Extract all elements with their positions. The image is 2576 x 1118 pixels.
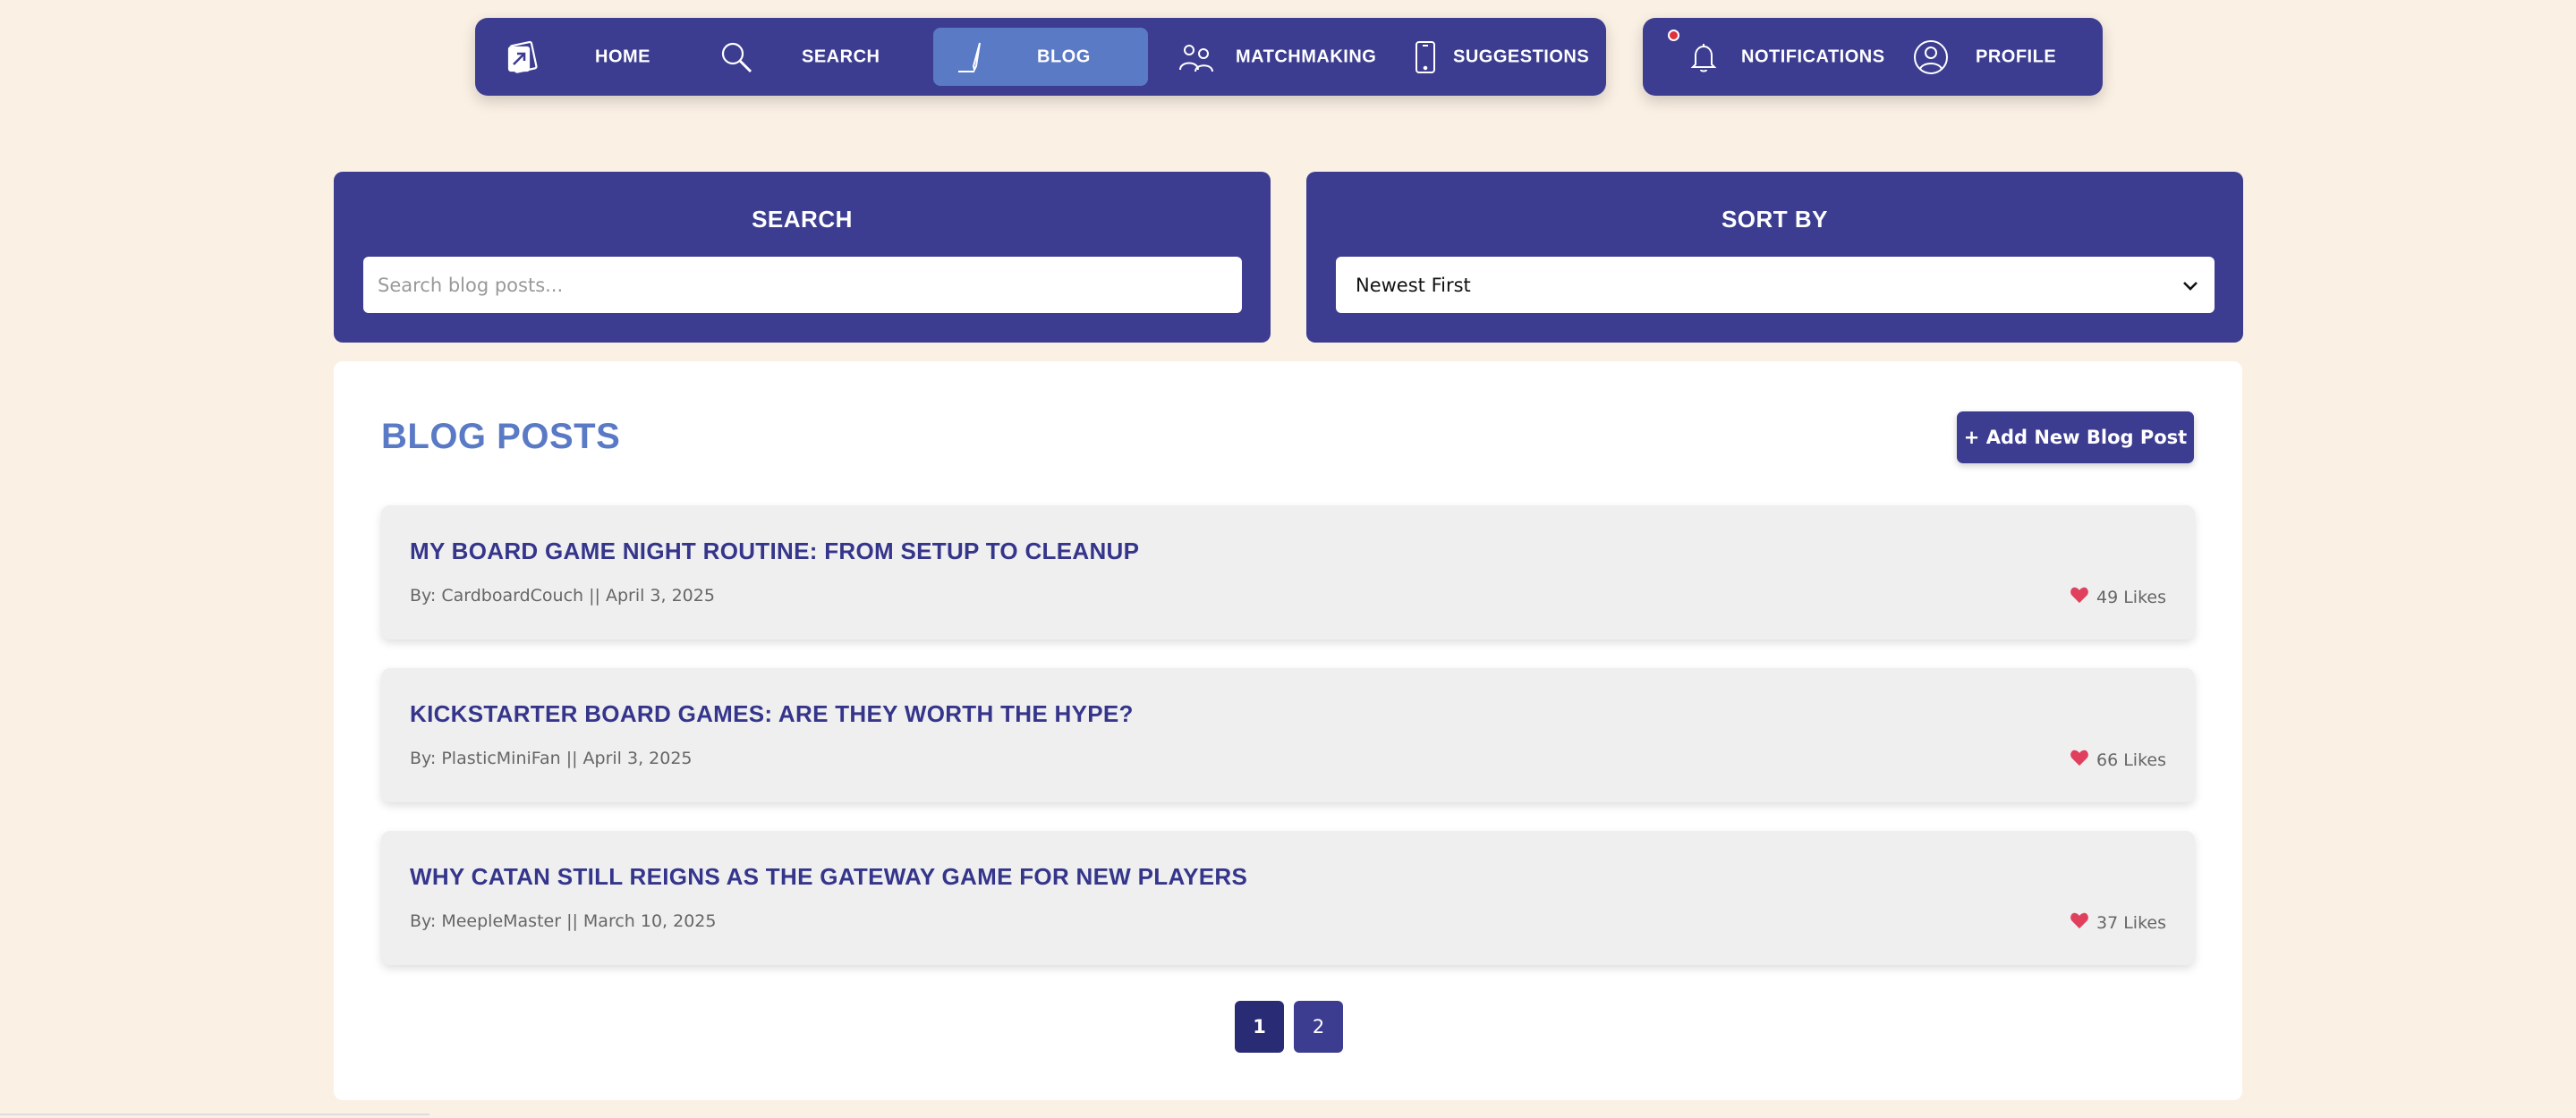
add-blog-post-button[interactable]: + Add New Blog Post [1957, 411, 2194, 463]
account-nav: NOTIFICATIONS PROFILE [1643, 18, 2103, 96]
card-icon [505, 39, 540, 75]
post-likes: 66 Likes [2070, 749, 2166, 771]
nav-item-suggestions[interactable]: SUGGESTIONS [1397, 28, 1594, 86]
nav-item-matchmaking[interactable]: MATCHMAKING [1164, 28, 1376, 86]
blog-list-card: BLOG POSTS + Add New Blog Post MY BOARD … [334, 361, 2242, 1100]
nav-label-profile: PROFILE [1976, 47, 2057, 66]
user-icon [1911, 38, 1951, 77]
nav-label-home: HOME [595, 47, 650, 66]
post-likes: 49 Likes [2070, 586, 2166, 608]
post-likes: 37 Likes [2070, 911, 2166, 934]
pen-icon [955, 39, 990, 75]
nav-label-search: SEARCH [802, 47, 880, 66]
nav-label-blog: BLOG [1037, 47, 1091, 66]
page-button-1[interactable]: 1 [1235, 1001, 1284, 1053]
blog-post-item[interactable]: KICKSTARTER BOARD GAMES: ARE THEY WORTH … [381, 668, 2195, 802]
nav-item-home[interactable]: HOME [484, 28, 681, 86]
post-title: KICKSTARTER BOARD GAMES: ARE THEY WORTH … [410, 700, 1134, 727]
likes-count: 66 Likes [2096, 750, 2166, 770]
unread-indicator [1668, 30, 1679, 41]
chevron-down-icon [2181, 275, 2200, 295]
bell-icon [1686, 39, 1722, 75]
page-title: BLOG POSTS [381, 417, 621, 456]
search-input[interactable] [363, 257, 1242, 313]
likes-count: 37 Likes [2096, 912, 2166, 933]
nav-label-notifications: NOTIFICATIONS [1741, 47, 1885, 66]
likes-count: 49 Likes [2096, 587, 2166, 607]
post-title: WHY CATAN STILL REIGNS AS THE GATEWAY GA… [410, 863, 1248, 890]
blog-post-item[interactable]: MY BOARD GAME NIGHT ROUTINE: FROM SETUP … [381, 505, 2195, 639]
post-meta: By: CardboardCouch || April 3, 2025 [410, 586, 715, 606]
nav-item-search[interactable]: SEARCH [699, 28, 914, 86]
magnifier-icon [718, 39, 754, 75]
phone-icon [1407, 39, 1443, 75]
sort-panel-title: SORT BY [1721, 206, 1829, 233]
post-meta: By: PlasticMiniFan || April 3, 2025 [410, 749, 693, 768]
post-meta: By: MeepleMaster || March 10, 2025 [410, 911, 717, 931]
heart-icon [2070, 749, 2089, 771]
blog-post-item[interactable]: WHY CATAN STILL REIGNS AS THE GATEWAY GA… [381, 831, 2195, 965]
heart-icon [2070, 586, 2089, 608]
sort-selected-value: Newest First [1356, 274, 1471, 296]
search-panel: SEARCH [334, 172, 1271, 343]
post-title: MY BOARD GAME NIGHT ROUTINE: FROM SETUP … [410, 538, 1140, 564]
heart-icon [2070, 911, 2089, 934]
people-icon [1177, 39, 1216, 75]
sort-select[interactable]: Newest First [1336, 257, 2215, 313]
nav-label-matchmaking: MATCHMAKING [1236, 47, 1377, 66]
nav-label-suggestions: SUGGESTIONS [1453, 47, 1590, 66]
sort-panel: SORT BY Newest First [1306, 172, 2243, 343]
divider [0, 1114, 429, 1115]
nav-item-blog[interactable]: BLOG [933, 28, 1148, 86]
nav-item-notifications[interactable]: NOTIFICATIONS [1652, 28, 1884, 86]
search-panel-title: SEARCH [752, 206, 853, 233]
page-button-2[interactable]: 2 [1294, 1001, 1343, 1053]
nav-item-profile[interactable]: PROFILE [1893, 28, 2090, 86]
main-nav: HOME SEARCH BLOG MATCHMAKING SUGGESTIONS [475, 18, 1606, 96]
